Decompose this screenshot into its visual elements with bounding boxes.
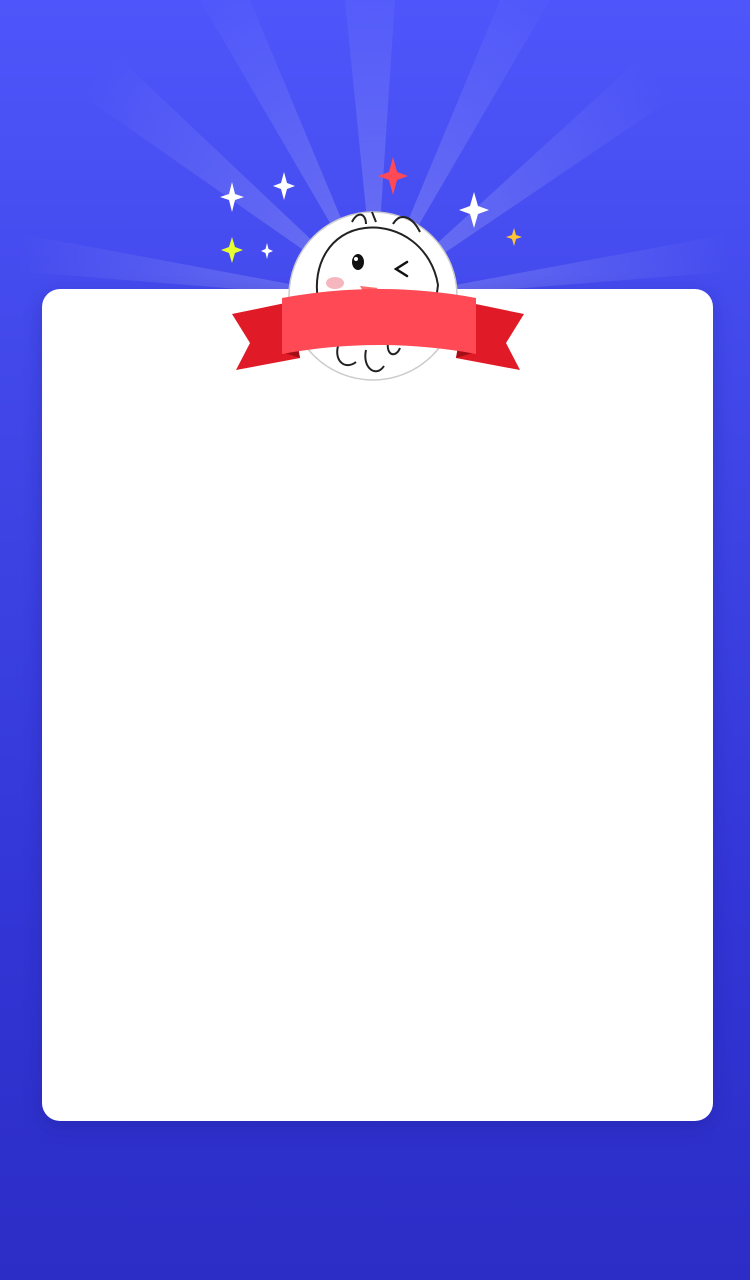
sparkle-group <box>220 157 522 263</box>
sparkle-icon <box>261 243 273 259</box>
sparkle-icon <box>273 172 295 200</box>
sparkle-icon <box>220 182 244 212</box>
content-card <box>42 289 713 1121</box>
sparkle-icon <box>459 192 489 228</box>
sparkle-icon <box>378 157 408 195</box>
sparkle-icon <box>221 237 243 263</box>
page-background <box>0 0 750 1280</box>
sparkle-icon <box>506 228 522 246</box>
